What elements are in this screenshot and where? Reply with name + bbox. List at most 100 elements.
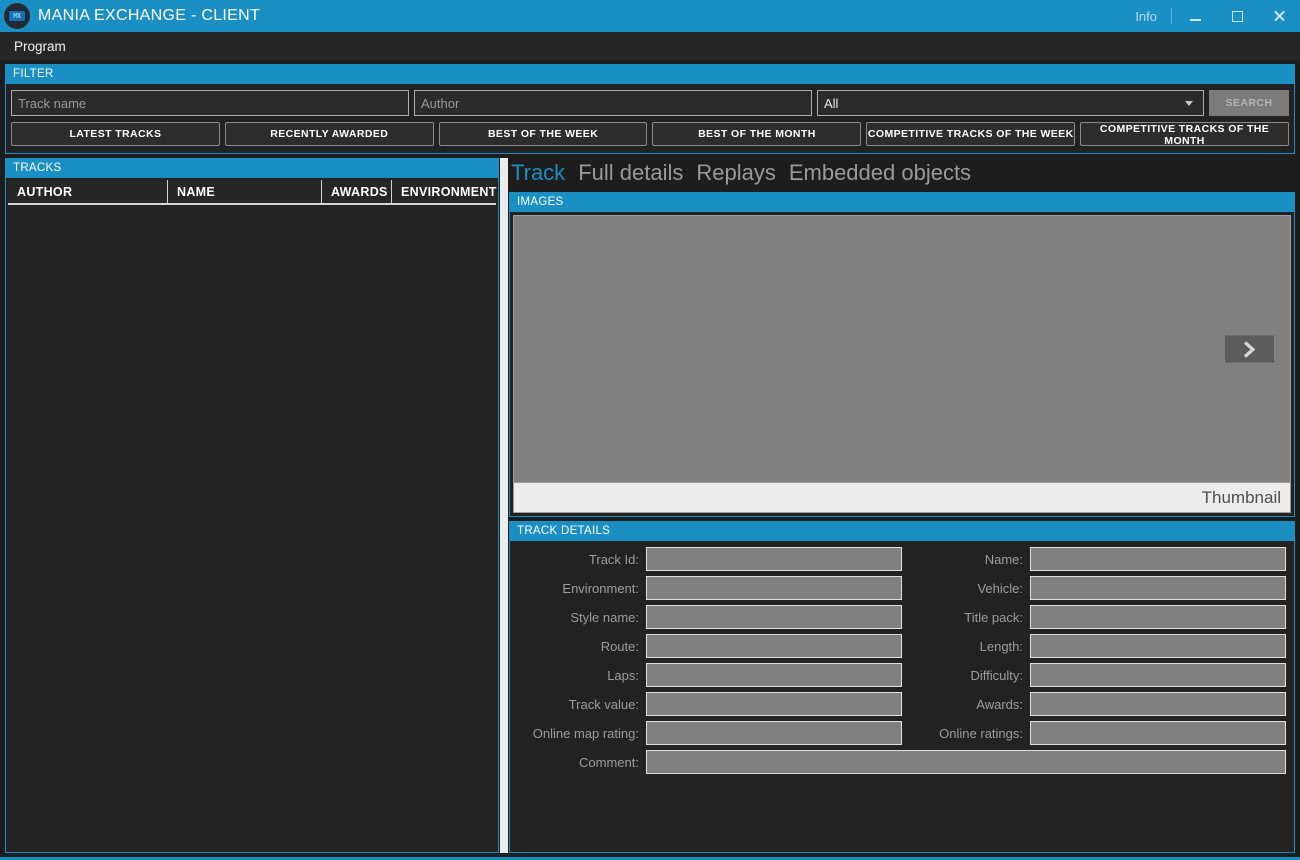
menu-item-program[interactable]: Program bbox=[8, 36, 72, 57]
column-header-author[interactable]: AUTHOR bbox=[8, 180, 168, 203]
tab-full-details[interactable]: Full details bbox=[578, 160, 683, 186]
competitive-tracks-of-the-week-button[interactable]: COMPETITIVE TRACKS OF THE WEEK bbox=[866, 122, 1076, 146]
best-of-the-month-button[interactable]: BEST OF THE MONTH bbox=[652, 122, 862, 146]
label-environment: Environment: bbox=[562, 580, 639, 596]
competitive-tracks-of-the-month-button[interactable]: COMPETITIVE TRACKS OF THE MONTH bbox=[1080, 122, 1289, 147]
value-title-pack[interactable] bbox=[1030, 605, 1286, 629]
detail-field-track-id: Track Id: bbox=[518, 547, 902, 571]
value-laps[interactable] bbox=[646, 663, 902, 687]
maximize-icon bbox=[1231, 10, 1243, 22]
detail-field-difficulty: Difficulty: bbox=[902, 663, 1286, 687]
value-track-id[interactable] bbox=[646, 547, 902, 571]
label-length: Length: bbox=[979, 638, 1023, 654]
label-comment: Comment: bbox=[579, 754, 639, 770]
main-content-area: TRACKS AUTHOR NAME AWARDS ENVIRONMENT Tr… bbox=[0, 154, 1300, 857]
minimize-button[interactable] bbox=[1174, 0, 1216, 32]
detail-field-style-name: Style name: bbox=[518, 605, 902, 629]
track-details-panel: TRACK DETAILS Track Id: Name: Environmen… bbox=[509, 521, 1295, 853]
images-panel-header: IMAGES bbox=[510, 193, 1294, 212]
close-icon bbox=[1273, 10, 1285, 22]
minimize-icon bbox=[1189, 18, 1201, 21]
track-details-panel-header: TRACK DETAILS bbox=[510, 522, 1294, 541]
detail-row-comment: Comment: bbox=[518, 750, 1286, 774]
control-divider bbox=[1171, 8, 1172, 24]
panel-splitter[interactable] bbox=[500, 158, 508, 853]
value-online-ratings[interactable] bbox=[1030, 721, 1286, 745]
images-panel: IMAGES Thumbnail bbox=[509, 192, 1295, 517]
images-panel-body: Thumbnail bbox=[510, 212, 1294, 516]
category-dropdown-value: All bbox=[824, 95, 839, 111]
label-online-ratings: Online ratings: bbox=[939, 725, 1023, 741]
column-header-environment[interactable]: ENVIRONMENT bbox=[392, 180, 496, 203]
detail-row: Style name: Title pack: bbox=[518, 605, 1286, 629]
app-icon-screen-label: MX bbox=[8, 10, 26, 22]
detail-row: Route: Length: bbox=[518, 634, 1286, 658]
recently-awarded-button[interactable]: RECENTLY AWARDED bbox=[224, 122, 434, 146]
detail-field-title-pack: Title pack: bbox=[902, 605, 1286, 629]
label-track-id: Track Id: bbox=[588, 551, 639, 567]
value-track-value[interactable] bbox=[646, 692, 902, 716]
label-difficulty: Difficulty: bbox=[970, 667, 1024, 683]
detail-field-name: Name: bbox=[902, 547, 1286, 571]
tracks-panel-header: TRACKS bbox=[6, 159, 498, 178]
detail-row: Environment: Vehicle: bbox=[518, 576, 1286, 600]
label-style-name: Style name: bbox=[570, 609, 639, 625]
detail-pane: Track Full details Replays Embedded obje… bbox=[509, 158, 1295, 853]
info-button[interactable]: Info bbox=[1123, 9, 1169, 24]
latest-tracks-button[interactable]: LATEST TRACKS bbox=[11, 122, 220, 146]
value-difficulty[interactable] bbox=[1030, 663, 1286, 687]
best-of-the-week-button[interactable]: BEST OF THE WEEK bbox=[438, 122, 648, 146]
value-awards[interactable] bbox=[1030, 692, 1286, 716]
value-style-name[interactable] bbox=[646, 605, 902, 629]
detail-field-vehicle: Vehicle: bbox=[902, 576, 1286, 600]
detail-field-route: Route: bbox=[518, 634, 902, 658]
detail-field-laps: Laps: bbox=[518, 663, 902, 687]
track-details-body: Track Id: Name: Environment: Vehicle: St… bbox=[510, 541, 1294, 780]
filter-panel-body: All SEARCH LATEST TRACKS RECENTLY AWARDE… bbox=[6, 84, 1294, 153]
label-laps: Laps: bbox=[607, 667, 639, 683]
detail-field-awards: Awards: bbox=[902, 692, 1286, 716]
label-track-value: Track value: bbox=[568, 696, 639, 712]
close-button[interactable] bbox=[1258, 0, 1300, 32]
value-name[interactable] bbox=[1030, 547, 1286, 571]
label-vehicle: Vehicle: bbox=[977, 580, 1023, 596]
column-header-awards[interactable]: AWARDS bbox=[322, 180, 392, 203]
value-route[interactable] bbox=[646, 634, 902, 658]
value-online-map-rating[interactable] bbox=[646, 721, 902, 745]
detail-field-online-ratings: Online ratings: bbox=[902, 721, 1286, 745]
value-environment[interactable] bbox=[646, 576, 902, 600]
label-route: Route: bbox=[600, 638, 639, 654]
detail-row: Online map rating: Online ratings: bbox=[518, 721, 1286, 745]
value-vehicle[interactable] bbox=[1030, 576, 1286, 600]
chevron-right-icon bbox=[1243, 340, 1255, 358]
tracks-grid-header: AUTHOR NAME AWARDS ENVIRONMENT bbox=[8, 180, 496, 205]
tab-replays[interactable]: Replays bbox=[696, 160, 775, 186]
tab-track[interactable]: Track bbox=[511, 160, 565, 186]
detail-row: Track Id: Name: bbox=[518, 547, 1286, 571]
window-title: MANIA EXCHANGE - CLIENT bbox=[38, 7, 261, 24]
application-window: MX MANIA EXCHANGE - CLIENT Info Program … bbox=[0, 0, 1300, 860]
category-dropdown[interactable]: All bbox=[817, 90, 1204, 116]
label-awards: Awards: bbox=[976, 696, 1023, 712]
tab-embedded-objects[interactable]: Embedded objects bbox=[789, 160, 971, 186]
filter-panel: FILTER All SEARCH LATEST TRACKS RECENTLY… bbox=[5, 64, 1295, 154]
detail-row: Laps: Difficulty: bbox=[518, 663, 1286, 687]
detail-field-length: Length: bbox=[902, 634, 1286, 658]
tracks-grid-rows[interactable] bbox=[8, 205, 496, 850]
window-controls: Info bbox=[1123, 0, 1300, 32]
image-caption-text: Thumbnail bbox=[1201, 487, 1281, 507]
title-bar: MX MANIA EXCHANGE - CLIENT Info bbox=[0, 0, 1300, 32]
track-name-input[interactable] bbox=[11, 90, 409, 116]
value-comment[interactable] bbox=[646, 750, 1286, 774]
author-input[interactable] bbox=[414, 90, 812, 116]
filter-input-row: All SEARCH bbox=[11, 90, 1289, 116]
maximize-button[interactable] bbox=[1216, 0, 1258, 32]
label-title-pack: Title pack: bbox=[964, 609, 1023, 625]
app-monitor-icon: MX bbox=[4, 3, 30, 29]
tracks-grid: AUTHOR NAME AWARDS ENVIRONMENT bbox=[8, 180, 496, 850]
value-length[interactable] bbox=[1030, 634, 1286, 658]
column-header-name[interactable]: NAME bbox=[168, 180, 322, 203]
next-image-button[interactable] bbox=[1225, 335, 1274, 363]
tracks-panel: TRACKS AUTHOR NAME AWARDS ENVIRONMENT bbox=[5, 158, 499, 853]
search-button[interactable]: SEARCH bbox=[1209, 90, 1289, 116]
